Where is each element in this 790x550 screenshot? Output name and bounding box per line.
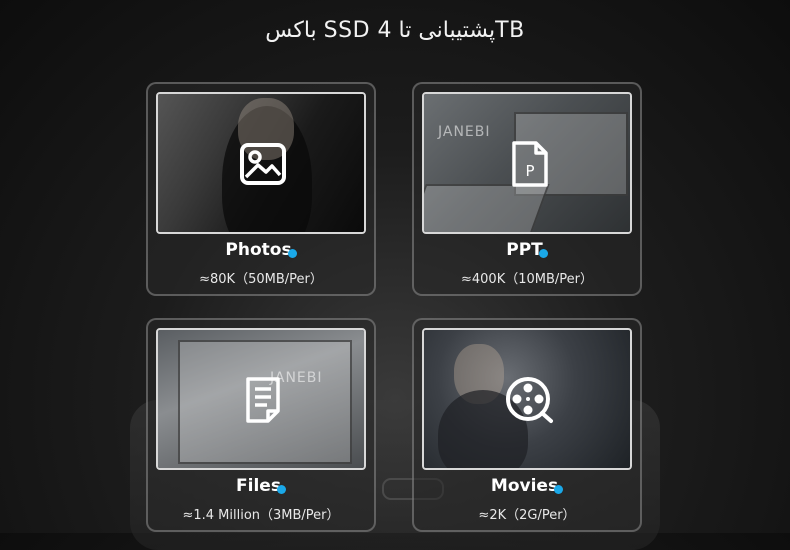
accent-dot [554, 485, 564, 494]
card-movies: Movies ≈2K（2G/Per） [412, 318, 642, 532]
svg-text:P: P [525, 162, 534, 180]
card-image: JANEBI [156, 328, 366, 470]
card-label: Photos [148, 240, 374, 260]
document-icon [246, 377, 280, 423]
card-image [422, 328, 632, 470]
image-icon [240, 143, 286, 185]
card-photos: Photos ≈80K（50MB/Per） [146, 82, 376, 296]
card-image: JANEBI P [422, 92, 632, 234]
card-files: JANEBI Files ≈1.4 Million（3MB/Per） [146, 318, 376, 532]
card-capacity: ≈400K（10MB/Per） [460, 272, 593, 287]
card-ppt: JANEBI P PPT ≈400K（10MB/Per） [412, 82, 642, 296]
card-image [156, 92, 366, 234]
card-label: PPT [414, 240, 640, 260]
film-reel-icon [506, 377, 553, 423]
card-label: Movies [414, 476, 640, 496]
card-capacity: ≈2K（2G/Per） [478, 508, 576, 523]
accent-dot [287, 249, 297, 258]
watermark: JANEBI [438, 124, 491, 140]
card-capacity: ≈1.4 Million（3MB/Per） [182, 508, 340, 523]
card-label: Files [148, 476, 374, 496]
accent-dot [538, 249, 548, 258]
card-capacity: ≈80K（50MB/Per） [199, 272, 323, 287]
accent-dot [276, 485, 286, 494]
page-title: باکس SSD پشتیبانی تا 4TB [265, 18, 525, 43]
ppt-file-icon: P [512, 141, 548, 187]
